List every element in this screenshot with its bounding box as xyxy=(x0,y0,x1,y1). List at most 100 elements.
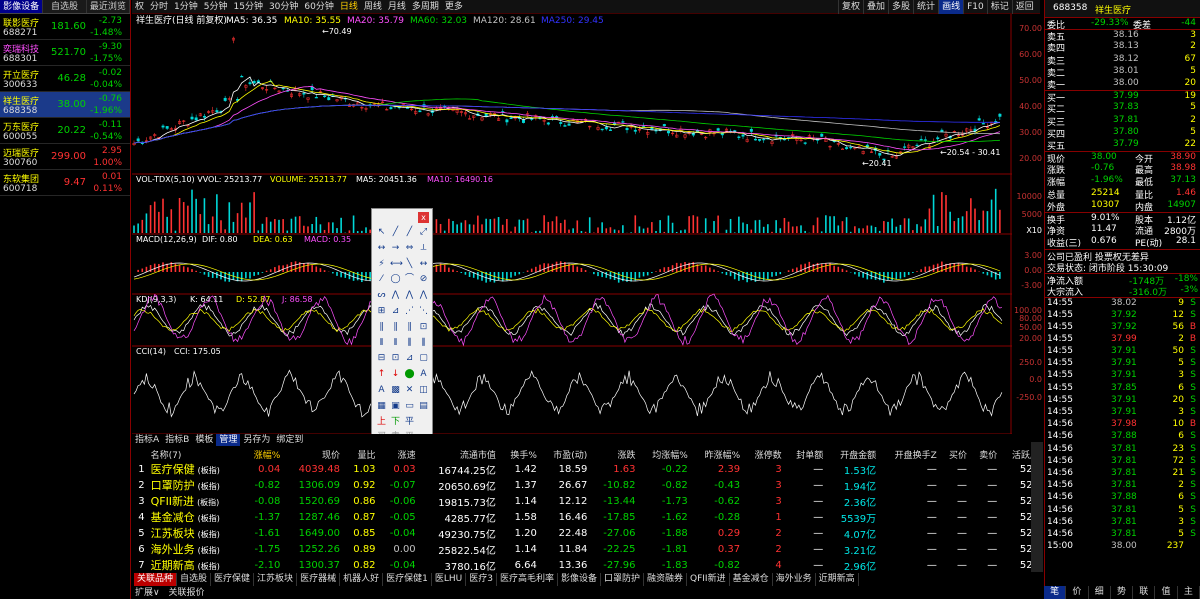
block-tab[interactable]: QFII新进 xyxy=(687,573,730,586)
block-tab[interactable]: 医疗保健1 xyxy=(383,573,432,586)
watchlist-row[interactable]: 联影医疗 688271 181.60 -2.73 -1.48% xyxy=(0,14,130,40)
draw-tool-icon[interactable]: ⊘ xyxy=(418,274,429,285)
table-row[interactable]: 6 海外业务 (板指) -1.75 1252.26 0.89 0.00 25822.54亿 1.… xyxy=(132,541,1042,557)
draw-tool-icon[interactable]: ⊡ xyxy=(390,353,401,364)
table-row[interactable]: 7 近期新高 (板指) -2.10 1300.37 0.82 -0.04 3780.16亿 6.… xyxy=(132,557,1042,573)
table-row[interactable]: 1 医疗保健 (板指) 0.04 4039.48 1.03 0.03 16744.25亿 1.4… xyxy=(132,461,1042,477)
period-tab[interactable]: 30分钟 xyxy=(266,0,301,14)
table-row[interactable]: 4 基金减仓 (板指) -1.37 1287.46 0.87 -0.05 4285.77亿 1.… xyxy=(132,509,1042,525)
draw-tool-icon[interactable] xyxy=(418,417,429,428)
draw-tool-icon[interactable]: ▭ xyxy=(404,401,415,412)
draw-tool-icon[interactable]: ⬤ xyxy=(404,369,415,380)
column-header[interactable]: 封单额 xyxy=(785,447,827,461)
draw-tool-icon[interactable]: ↖ xyxy=(376,227,387,238)
column-header[interactable] xyxy=(132,447,148,461)
block-tab[interactable]: 自选股 xyxy=(177,573,212,586)
draw-tool-icon[interactable]: ⚡ xyxy=(376,259,387,270)
subtab[interactable]: 管理 xyxy=(216,434,241,446)
draw-tool-icon[interactable]: ↔ xyxy=(376,243,387,254)
tab-self-selected[interactable]: 自选股 xyxy=(43,0,87,13)
subtab[interactable]: 指标A xyxy=(132,434,162,446)
period-tab[interactable]: 60分钟 xyxy=(301,0,336,14)
draw-tool-icon[interactable]: ∥ xyxy=(376,322,387,333)
block-tab[interactable]: 海外业务 xyxy=(773,573,816,586)
tool-button[interactable]: 标记 xyxy=(986,0,1012,14)
draw-tool-icon[interactable]: ✕ xyxy=(404,385,415,396)
draw-tool-icon[interactable]: ⟷ xyxy=(390,259,403,270)
column-header[interactable]: 涨幅% xyxy=(242,447,283,461)
tool-button[interactable]: F10 xyxy=(963,0,987,14)
draw-tool-icon[interactable]: 平 xyxy=(404,417,415,428)
draw-tool-icon[interactable]: ⫴ xyxy=(390,338,401,349)
draw-tool-icon[interactable]: ⋰ xyxy=(404,306,415,317)
draw-tool-icon[interactable]: ▩ xyxy=(390,385,401,396)
period-tab[interactable]: 1分钟 xyxy=(171,0,201,14)
table-row[interactable]: 2 口罩防护 (板指) -0.82 1306.09 0.92 -0.07 20650.69亿 1… xyxy=(132,477,1042,493)
watchlist-row[interactable]: 迈瑞医疗 300760 299.00 2.95 1.00% xyxy=(0,144,130,170)
draw-tool-icon[interactable]: ⌒ xyxy=(404,274,415,285)
draw-tool-icon[interactable]: ╲ xyxy=(404,259,415,270)
draw-tool-icon[interactable]: ⋀ xyxy=(418,290,429,301)
tool-button[interactable]: 统计 xyxy=(913,0,938,14)
draw-tool-icon[interactable]: ⊿ xyxy=(390,306,401,317)
draw-tool-icon[interactable]: ↑ xyxy=(376,369,387,380)
quote-tab[interactable]: 势 xyxy=(1111,586,1134,599)
block-tab[interactable]: 关联品种 xyxy=(134,573,178,586)
draw-tool-icon[interactable]: ⊿ xyxy=(404,353,415,364)
watchlist-row[interactable]: 祥生医疗 688358 38.00 -0.76 -1.96% xyxy=(0,92,130,118)
column-header[interactable]: 涨跌 xyxy=(590,447,638,461)
draw-tool-icon[interactable]: ↓ xyxy=(390,369,401,380)
draw-tool-icon[interactable]: ▦ xyxy=(376,401,387,412)
draw-tool-icon[interactable]: ⁄ xyxy=(376,274,387,285)
block-tab[interactable]: 医LHU xyxy=(432,573,467,586)
draw-tool-icon[interactable]: ⊡ xyxy=(418,322,429,333)
watchlist-row[interactable]: 万东医疗 600055 20.22 -0.11 -0.54% xyxy=(0,118,130,144)
list-scrollbar[interactable] xyxy=(1031,442,1043,572)
tool-button[interactable]: 复权 xyxy=(838,0,863,14)
subtab[interactable]: 指标B xyxy=(162,434,192,446)
column-header[interactable]: 买价 xyxy=(940,447,970,461)
column-header[interactable]: 均涨幅% xyxy=(638,447,690,461)
tool-button[interactable]: 画线 xyxy=(938,0,964,14)
watchlist-row[interactable]: 奕瑞科技 688301 521.70 -9.30 -1.75% xyxy=(0,40,130,66)
block-tab[interactable]: 江苏板块 xyxy=(254,573,298,586)
draw-tool-icon[interactable]: ╱ xyxy=(390,227,401,238)
block-tab[interactable]: 医疗高毛利率 xyxy=(497,573,558,586)
tool-button[interactable]: 叠加 xyxy=(863,0,888,14)
watchlist-row[interactable]: 东软集团 600718 9.47 0.01 0.11% xyxy=(0,170,130,196)
period-tab[interactable]: 15分钟 xyxy=(231,0,266,14)
block-tab[interactable]: 医疗器械 xyxy=(297,573,341,586)
expand-button[interactable]: 扩展∨ xyxy=(132,588,163,598)
quote-tab[interactable]: 主 xyxy=(1178,586,1200,599)
draw-tool-icon[interactable]: ◯ xyxy=(390,274,401,285)
draw-tool-icon[interactable]: ⟂ xyxy=(418,243,429,254)
period-tab[interactable]: 周线 xyxy=(361,0,385,14)
column-header[interactable]: 涨停数 xyxy=(743,447,785,461)
block-tab[interactable]: 影像设备 xyxy=(558,573,601,586)
quote-tab[interactable]: 联 xyxy=(1133,586,1156,599)
quote-tab[interactable]: 笔 xyxy=(1044,586,1067,599)
table-row[interactable]: 3 QFII新进 (板指) -0.08 1520.69 0.86 -0.06 19815.73… xyxy=(132,493,1042,509)
tool-button[interactable]: 返回 xyxy=(1011,0,1037,14)
block-tab[interactable]: 基金减仓 xyxy=(730,573,773,586)
column-header[interactable]: 市盈(动) xyxy=(540,447,590,461)
period-tab[interactable]: 分时 xyxy=(147,0,171,14)
draw-tool-icon[interactable]: ▢ xyxy=(418,353,429,364)
draw-tool-icon[interactable]: A xyxy=(376,385,387,396)
tool-button[interactable]: 多股 xyxy=(888,0,913,14)
column-header[interactable]: 现价 xyxy=(283,447,343,461)
draw-tool-icon[interactable]: ⫼ xyxy=(418,338,429,349)
block-tab[interactable]: 口罩防护 xyxy=(601,573,644,586)
column-header[interactable]: 开盘换手Z xyxy=(879,447,940,461)
draw-tool-icon[interactable]: ᔕ xyxy=(376,290,387,301)
kline-chart[interactable]: 祥生医疗(日线 前复权) MA5: 36.35 MA10: 35.55 MA20: 3… xyxy=(132,14,1030,445)
draw-tool-icon[interactable]: ⋱ xyxy=(418,306,429,317)
period-tab[interactable]: 权 xyxy=(132,0,147,14)
related-quote-button[interactable]: 关联报价 xyxy=(165,588,207,598)
draw-tool-icon[interactable]: ◫ xyxy=(418,385,429,396)
draw-tool-icon[interactable]: ↔ xyxy=(418,259,429,270)
draw-tool-icon[interactable]: ⊞ xyxy=(376,306,387,317)
period-tab[interactable]: 多周期 xyxy=(409,0,442,14)
close-icon[interactable]: x xyxy=(418,212,429,223)
subtab[interactable]: 另存为 xyxy=(240,434,273,446)
